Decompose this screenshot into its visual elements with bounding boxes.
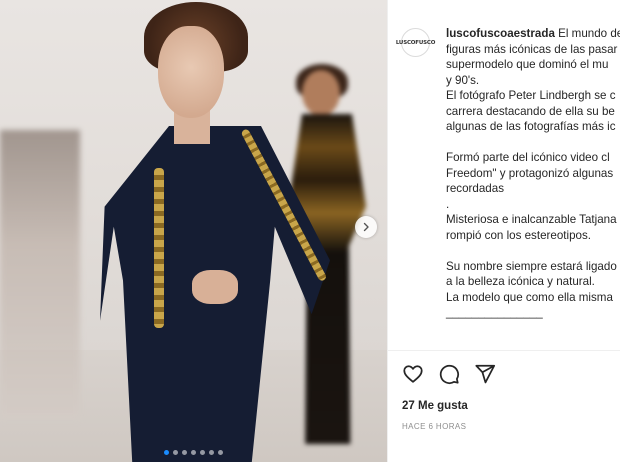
- avatar[interactable]: LUSCOFUSCO: [396, 28, 435, 57]
- caption-line: a la belleza icónica y natural.: [446, 275, 595, 288]
- caption-line: Freedom" y protagonizó algunas: [446, 166, 614, 180]
- post-photo[interactable]: [0, 0, 387, 462]
- carousel-dot: [191, 450, 196, 455]
- caption-line: El fotógrafo Peter Lindbergh se c: [446, 89, 616, 102]
- carousel-next-button[interactable]: [355, 216, 377, 238]
- share-icon: [475, 364, 496, 384]
- carousel-dot: [173, 450, 178, 455]
- post-actions: [401, 362, 497, 386]
- caption-line: Su nombre siempre estará ligado: [446, 259, 617, 273]
- caption-line: carrera destacando de ella su be: [446, 104, 615, 118]
- carousel-dot: [182, 450, 187, 455]
- caption-line: y 90's.: [446, 73, 480, 87]
- caption-line: La modelo que como ella misma: [446, 290, 613, 304]
- chevron-right-icon: [363, 222, 369, 232]
- audience-background: [0, 130, 80, 420]
- likes-count[interactable]: 27 Me gusta: [402, 400, 468, 412]
- caption-line: supermodelo que dominó el mu: [446, 58, 609, 71]
- caption-line: _______________: [446, 306, 543, 319]
- post-caption: LUSCOFUSCO luscofuscoaestrada El mundo d…: [388, 26, 620, 344]
- carousel-dot: [218, 450, 223, 455]
- caption-line: Formó parte del icónico video cl: [446, 151, 610, 164]
- caption-line: [446, 321, 620, 337]
- caption-line: [446, 135, 620, 151]
- caption-line: rompió con los estereotipos.: [446, 228, 591, 242]
- caption-line: Misteriosa e inalcanzable Tatjana: [446, 213, 617, 226]
- post-timestamp: HACE 6 HORAS: [402, 422, 467, 431]
- heart-icon: [403, 365, 423, 383]
- avatar-logo-text: LUSCOFUSCO: [395, 39, 436, 46]
- caption-line: .: [446, 197, 450, 211]
- foreground-model: [100, 0, 330, 462]
- comment-button[interactable]: [437, 362, 461, 386]
- caption-line: El mundo de: [558, 27, 620, 40]
- username-link[interactable]: luscofuscoaestrada: [446, 27, 555, 40]
- caption-line: recordadas: [446, 182, 505, 195]
- caption-text: luscofuscoaestrada El mundo de figuras m…: [446, 26, 620, 336]
- divider: [388, 350, 620, 351]
- post-sidebar: LUSCOFUSCO luscofuscoaestrada El mundo d…: [387, 0, 620, 462]
- share-button[interactable]: [473, 362, 497, 386]
- comment-icon: [439, 364, 460, 385]
- caption-line: algunas de las fotografías más ic: [446, 120, 616, 133]
- carousel-dot: [200, 450, 205, 455]
- carousel-dot: [209, 450, 214, 455]
- carousel-dots: [0, 450, 387, 455]
- caption-line: figuras más icónicas de las pasar: [446, 42, 618, 56]
- like-button[interactable]: [401, 362, 425, 386]
- caption-line: [446, 243, 620, 259]
- carousel-dot: [164, 450, 169, 455]
